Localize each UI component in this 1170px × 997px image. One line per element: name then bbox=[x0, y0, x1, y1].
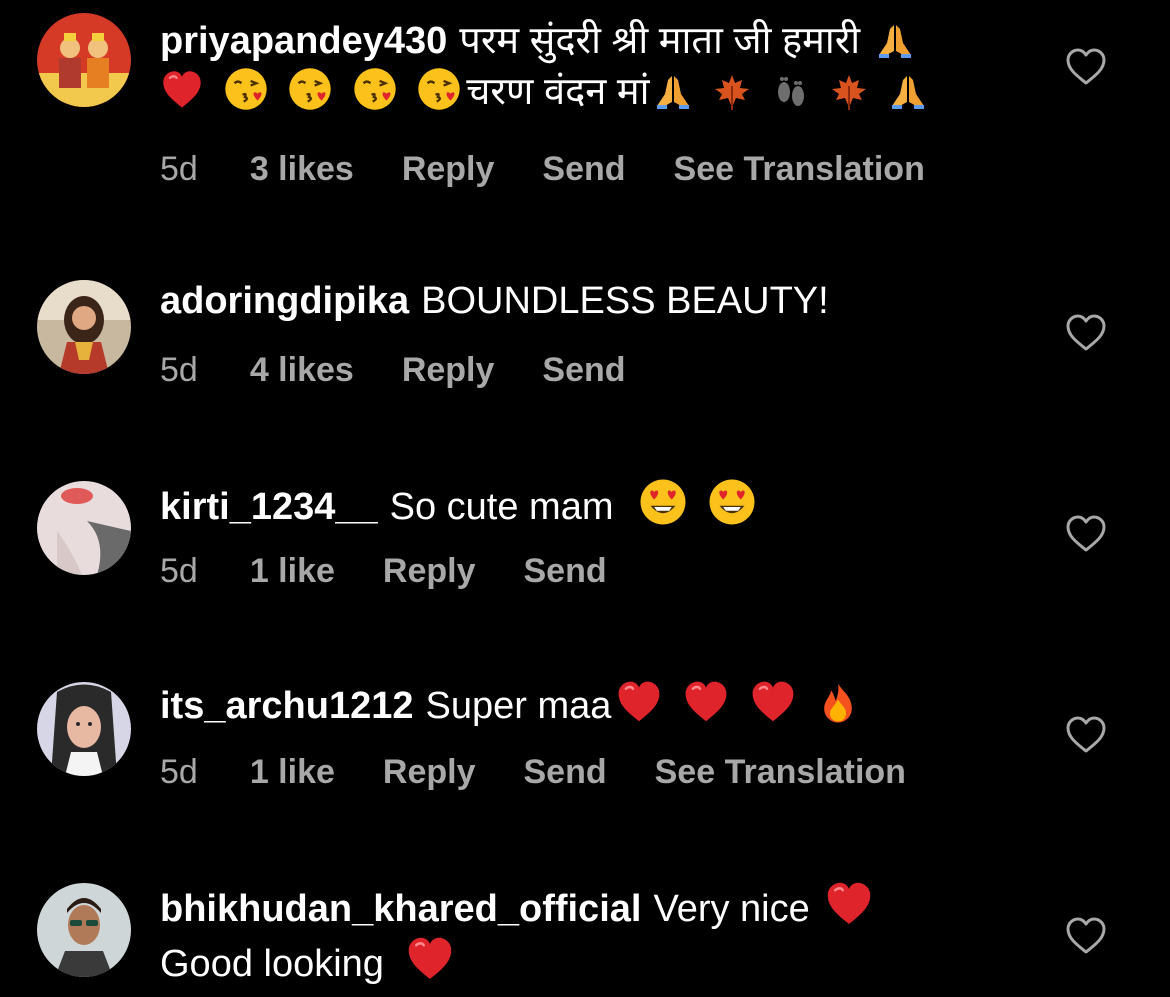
comment-text: परम सुंदरी श्री माता जी हमारी bbox=[459, 20, 861, 62]
see-translation-button[interactable]: See Translation bbox=[674, 150, 925, 188]
face-blowing-kiss-emoji bbox=[352, 66, 398, 112]
likes-count-button[interactable]: 1 like bbox=[250, 552, 335, 590]
avatar[interactable] bbox=[37, 481, 131, 575]
likes-count-button[interactable]: 4 likes bbox=[250, 351, 354, 389]
comment-time: 5d bbox=[160, 150, 198, 188]
see-translation-button[interactable]: See Translation bbox=[655, 753, 906, 791]
send-button[interactable]: Send bbox=[542, 150, 625, 188]
comment-body: bhikhudan_khared_official Very nice Good … bbox=[160, 879, 1020, 989]
red-heart-emoji bbox=[615, 678, 663, 726]
reply-button[interactable]: Reply bbox=[402, 351, 495, 389]
comment-text: चरण वंदन मां bbox=[466, 71, 650, 113]
comment-username[interactable]: adoringdipika bbox=[160, 280, 409, 322]
comment-text: So cute mam bbox=[389, 486, 614, 528]
like-heart-icon[interactable] bbox=[1064, 715, 1108, 755]
heart-eyes-emoji bbox=[638, 477, 688, 527]
comment-meta: 5d 1 like Reply Send bbox=[160, 552, 655, 591]
red-heart-emoji bbox=[749, 678, 797, 726]
comment-body: priyapandey430 परम सुंदरी श्री माता जी हम… bbox=[160, 16, 1020, 117]
comment-text: BOUNDLESS BEAUTY! bbox=[421, 280, 829, 322]
send-button[interactable]: Send bbox=[524, 753, 607, 791]
red-heart-emoji bbox=[824, 879, 874, 929]
comment-username[interactable]: kirti_1234__ bbox=[160, 486, 378, 528]
send-button[interactable]: Send bbox=[542, 351, 625, 389]
comment-meta: 5d 3 likes Reply Send See Translation bbox=[160, 150, 973, 189]
heart-eyes-emoji bbox=[707, 477, 757, 527]
comment-meta: 5d 4 likes Reply Send bbox=[160, 351, 674, 390]
footprints-emoji bbox=[771, 72, 811, 112]
face-blowing-kiss-emoji bbox=[223, 66, 269, 112]
fire-emoji bbox=[815, 680, 861, 726]
comment-meta: 5d 1 like Reply Send See Translation bbox=[160, 753, 954, 792]
comment-time: 5d bbox=[160, 552, 198, 590]
avatar[interactable] bbox=[37, 883, 131, 977]
comment-text: Good looking bbox=[160, 943, 384, 985]
send-button[interactable]: Send bbox=[524, 552, 607, 590]
folded-hands-emoji bbox=[875, 21, 915, 61]
reply-button[interactable]: Reply bbox=[383, 552, 476, 590]
red-heart-emoji bbox=[682, 678, 730, 726]
face-blowing-kiss-emoji bbox=[416, 66, 462, 112]
comment-text: Very nice bbox=[653, 888, 810, 930]
comment-body: adoringdipika BOUNDLESS BEAUTY! bbox=[160, 276, 1020, 326]
like-heart-icon[interactable] bbox=[1064, 313, 1108, 353]
like-heart-icon[interactable] bbox=[1064, 916, 1108, 956]
comment-time: 5d bbox=[160, 351, 198, 389]
red-heart-emoji bbox=[405, 934, 455, 984]
comment-username[interactable]: priyapandey430 bbox=[160, 20, 447, 62]
avatar[interactable] bbox=[37, 682, 131, 776]
maple-leaf-emoji bbox=[712, 72, 752, 112]
reply-button[interactable]: Reply bbox=[402, 150, 495, 188]
like-heart-icon[interactable] bbox=[1064, 514, 1108, 554]
comment-body: its_archu1212 Super maa bbox=[160, 678, 1020, 731]
likes-count-button[interactable]: 3 likes bbox=[250, 150, 354, 188]
comment-text: Super maa bbox=[425, 685, 612, 727]
folded-hands-emoji bbox=[888, 72, 928, 112]
reply-button[interactable]: Reply bbox=[383, 753, 476, 791]
likes-count-button[interactable]: 1 like bbox=[250, 753, 335, 791]
red-heart-emoji bbox=[160, 68, 204, 112]
folded-hands-emoji bbox=[653, 72, 693, 112]
like-heart-icon[interactable] bbox=[1064, 47, 1108, 87]
comment-time: 5d bbox=[160, 753, 198, 791]
comment-body: kirti_1234__ So cute mam bbox=[160, 477, 1020, 532]
face-blowing-kiss-emoji bbox=[287, 66, 333, 112]
comment-username[interactable]: bhikhudan_khared_official bbox=[160, 888, 641, 930]
avatar[interactable] bbox=[37, 13, 131, 107]
avatar[interactable] bbox=[37, 280, 131, 374]
comment-username[interactable]: its_archu1212 bbox=[160, 685, 414, 727]
maple-leaf-emoji bbox=[829, 72, 869, 112]
